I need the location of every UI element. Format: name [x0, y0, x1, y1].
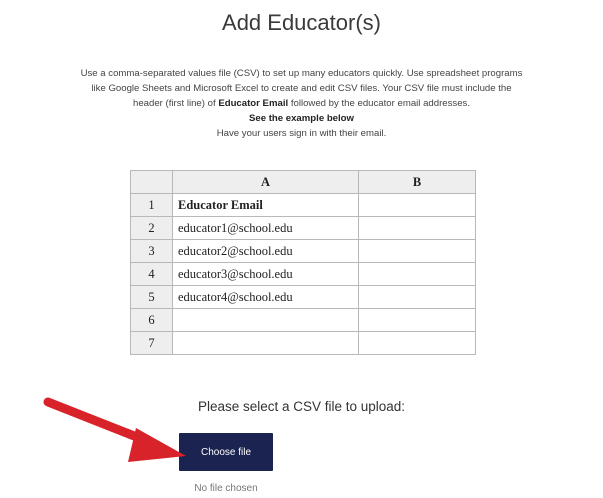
example-note: See the example below	[248, 113, 355, 124]
cell-b	[358, 193, 476, 217]
sheet-column-header-a: A	[172, 170, 359, 194]
cell-a: educator1@school.edu	[172, 216, 359, 240]
instructions-line-2: like Google Sheets and Microsoft Excel t…	[91, 83, 512, 94]
row-number: 3	[130, 239, 173, 263]
cell-b	[358, 285, 476, 309]
row-number: 2	[130, 216, 173, 240]
table-row: 4 educator3@school.edu	[130, 262, 476, 286]
signin-note: Have your users sign in with their email…	[216, 128, 387, 139]
cell-b	[358, 262, 476, 286]
cell-a: educator2@school.edu	[172, 239, 359, 263]
table-row: 5 educator4@school.edu	[130, 285, 476, 309]
row-number: 5	[130, 285, 173, 309]
choose-file-button[interactable]: Choose file	[179, 433, 273, 471]
table-row: 7	[130, 331, 476, 355]
cell-a	[172, 331, 359, 355]
cell-b	[358, 308, 476, 332]
sheet-header-row: A B	[130, 170, 476, 194]
table-row: 2 educator1@school.edu	[130, 216, 476, 240]
cell-a: educator4@school.edu	[172, 285, 359, 309]
instructions-line-1: Use a comma-separated values file (CSV) …	[80, 68, 523, 79]
sheet-corner-cell	[130, 170, 173, 194]
table-row: 3 educator2@school.edu	[130, 239, 476, 263]
header-name-emphasis: Educator Email	[218, 98, 289, 109]
instructions-line-3: header (first line) of Educator Email fo…	[6, 96, 597, 111]
example-spreadsheet: A B 1 Educator Email 2 educator1@school.…	[130, 170, 476, 355]
page-title: Add Educator(s)	[222, 10, 381, 35]
cell-b	[358, 239, 476, 263]
cell-b	[358, 331, 476, 355]
row-number: 6	[130, 308, 173, 332]
file-status: No file chosen	[194, 483, 258, 494]
row-number: 1	[130, 193, 173, 217]
cell-a	[172, 308, 359, 332]
cell-a: educator3@school.edu	[172, 262, 359, 286]
instructions-line-3-pre: header (first line) of	[132, 98, 219, 109]
sheet-column-header-b: B	[358, 170, 476, 194]
table-row: 1 Educator Email	[130, 193, 476, 217]
instructions-line-3-post: followed by the educator email addresses…	[288, 98, 471, 109]
row-number: 4	[130, 262, 173, 286]
row-number: 7	[130, 331, 173, 355]
instructions: Use a comma-separated values file (CSV) …	[6, 66, 597, 141]
cell-a: Educator Email	[172, 193, 359, 217]
table-row: 6	[130, 308, 476, 332]
upload-prompt: Please select a CSV file to upload:	[197, 399, 406, 414]
cell-b	[358, 216, 476, 240]
